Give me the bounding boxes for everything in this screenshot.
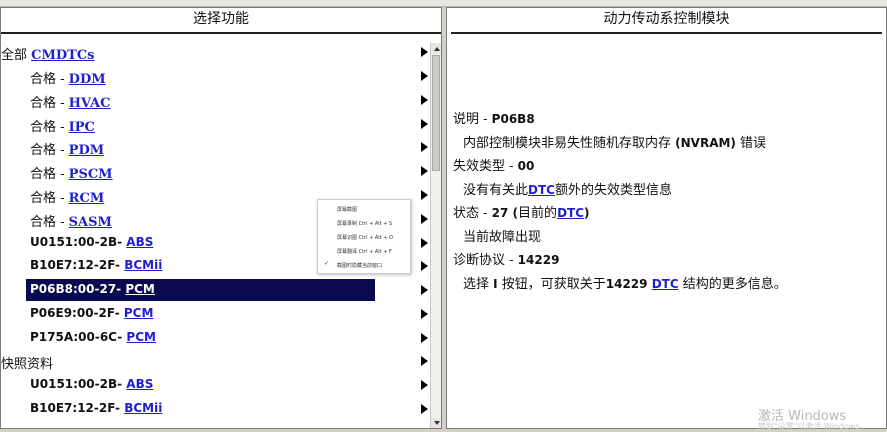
check-icon: ✓ <box>324 260 330 267</box>
list-item-selected[interactable]: P06B8:00-27- PCM <box>1 279 429 301</box>
list-item-label: 合格 - DDM <box>30 72 106 87</box>
expand-arrow-icon[interactable] <box>421 119 428 129</box>
expand-arrow-icon[interactable] <box>421 142 428 152</box>
status-detail-line: 当前故障出现 <box>463 229 542 245</box>
top-strip <box>0 0 887 7</box>
dtc-detail-text: 说明 - P06B8 内部控制模块非易失性随机存取内存 (NVRAM) 错误 失… <box>453 108 883 296</box>
module-link[interactable]: RCM <box>69 191 105 206</box>
scroll-down-button[interactable] <box>431 418 441 428</box>
scroll-thumb[interactable] <box>432 55 440 171</box>
description-line: 说明 - P06B8 <box>453 112 535 127</box>
list-item-label: 快照资料 <box>1 357 54 372</box>
module-link[interactable]: SASM <box>69 215 112 230</box>
expand-arrow-icon[interactable] <box>421 333 428 343</box>
list-item-label: 合格 - PSCM <box>30 167 113 182</box>
list-item-label: 合格 - HVAC <box>30 96 111 111</box>
list-item-label: U0151:00-2B- ABS <box>30 235 154 249</box>
list-item[interactable]: U0151:00-2B- ABS <box>1 374 429 396</box>
failure-type-detail-line: 没有有关此DTC额外的失效类型信息 <box>463 182 672 198</box>
module-link[interactable]: PCM <box>126 330 156 344</box>
expand-arrow-icon[interactable] <box>421 95 428 105</box>
dtc-link[interactable]: DTC <box>652 277 679 291</box>
menu-item-screen-ocr[interactable]: 屏幕识图 Ctrl + Alt + O <box>337 234 393 241</box>
list-item[interactable]: P06E9:00-2F- PCM <box>1 303 429 325</box>
expand-arrow-icon[interactable] <box>421 190 428 200</box>
module-link[interactable]: PCM <box>125 282 155 296</box>
list-item-label: P175A:00-6C- PCM <box>30 330 156 344</box>
menu-item-screenshot[interactable]: 屏幕截图 <box>337 206 357 213</box>
expand-arrow-icon[interactable] <box>421 309 428 319</box>
menu-item-screen-record[interactable]: 屏幕录制 Ctrl + Alt + S <box>337 220 392 227</box>
list-item[interactable]: 合格 - DDM <box>1 65 429 87</box>
expand-arrow-icon[interactable] <box>421 238 428 248</box>
failure-type-line: 失效类型 - 00 <box>453 159 535 174</box>
list-item[interactable]: P175A:00-6C- PCM <box>1 327 429 349</box>
list-item-label: 合格 - PDM <box>30 143 105 158</box>
right-panel-title: 动力传动系控制模块 <box>451 8 882 34</box>
module-link[interactable]: PSCM <box>69 167 113 182</box>
expand-arrow-icon[interactable] <box>421 71 428 81</box>
expand-arrow-icon[interactable] <box>421 404 428 414</box>
list-item[interactable]: 合格 - PDM <box>1 136 429 158</box>
list-item-label: B10E7:12-2F- BCMii <box>30 401 163 415</box>
activation-watermark-subtitle: 转到"设置"以激活 Windows。 <box>758 422 868 431</box>
module-link[interactable]: CMDTCs <box>31 48 94 63</box>
expand-arrow-icon[interactable] <box>421 166 428 176</box>
list-item[interactable]: B10E7:12-2F- BCMii <box>1 398 429 420</box>
expand-arrow-icon[interactable] <box>421 380 428 390</box>
left-panel-title: 选择功能 <box>1 8 441 34</box>
list-item-label: B10E7:12-2F- BCMii <box>30 258 163 272</box>
list-item[interactable]: 全部 CMDTCs <box>1 41 429 63</box>
module-link[interactable]: HVAC <box>69 96 111 111</box>
list-item[interactable]: 快照资料 <box>1 350 429 372</box>
expand-arrow-icon[interactable] <box>421 356 428 366</box>
description-detail-line: 内部控制模块非易失性随机存取内存 (NVRAM) 错误 <box>463 135 767 151</box>
module-link[interactable]: PDM <box>69 143 104 158</box>
screenshot-context-menu: 屏幕截图 屏幕录制 Ctrl + Alt + S 屏幕识图 Ctrl + Alt… <box>317 199 411 274</box>
dtc-link[interactable]: DTC <box>528 183 555 197</box>
menu-item-hide-window[interactable]: 截图时隐藏当前窗口 <box>337 262 382 269</box>
expand-arrow-icon[interactable] <box>421 285 428 295</box>
list-item-label: 合格 - SASM <box>30 215 112 230</box>
list-item-label: 全部 CMDTCs <box>1 48 95 63</box>
dtc-link[interactable]: DTC <box>557 206 584 220</box>
list-item[interactable]: 合格 - PSCM <box>1 160 429 182</box>
module-link[interactable]: ABS <box>126 377 153 391</box>
module-detail-panel: 动力传动系控制模块 说明 - P06B8 内部控制模块非易失性随机存取内存 (N… <box>446 7 887 429</box>
module-link[interactable]: BCMii <box>124 401 162 415</box>
expand-arrow-icon[interactable] <box>421 214 428 224</box>
menu-item-screen-translate[interactable]: 屏幕翻译 Ctrl + Alt + F <box>337 248 392 255</box>
protocol-detail-line: 选择 I 按钮，可获取关于14229 DTC 结构的更多信息。 <box>463 276 787 292</box>
expand-arrow-icon[interactable] <box>421 47 428 57</box>
list-item[interactable]: 合格 - IPC <box>1 113 429 135</box>
expand-arrow-icon[interactable] <box>421 261 428 271</box>
list-item-label: 合格 - IPC <box>30 120 95 135</box>
list-item-label: 合格 - RCM <box>30 191 105 206</box>
list-item[interactable]: 合格 - HVAC <box>1 89 429 111</box>
module-link[interactable]: DDM <box>69 72 106 87</box>
list-item-label: P06E9:00-2F- PCM <box>30 306 154 320</box>
status-line: 状态 - 27 (目前的DTC) <box>453 206 590 221</box>
module-link[interactable]: BCMii <box>124 258 162 272</box>
module-link[interactable]: PCM <box>124 306 154 320</box>
vertical-scrollbar[interactable] <box>430 43 441 428</box>
list-item-label: U0151:00-2B- ABS <box>30 377 154 391</box>
module-link[interactable]: ABS <box>126 235 153 249</box>
protocol-line: 诊断协议 - 14229 <box>453 253 560 268</box>
module-link[interactable]: IPC <box>69 120 95 135</box>
scroll-up-button[interactable] <box>431 43 441 54</box>
list-item-label: P06B8:00-27- PCM <box>30 282 155 296</box>
